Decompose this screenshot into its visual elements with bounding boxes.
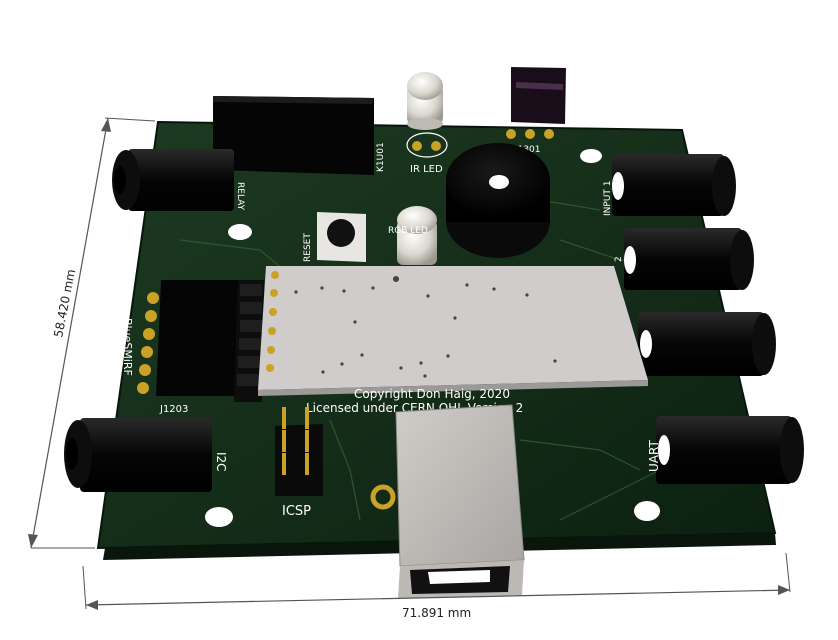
jack-input-2: 2 [614, 228, 754, 290]
mount-hole-br [634, 501, 660, 521]
mount-hole-bl [205, 507, 233, 527]
silk-uart: UART [647, 440, 661, 472]
buzzer [446, 143, 550, 258]
jack-input-1: INPUT 1 [603, 154, 736, 216]
jack-relay: RELAY [112, 149, 245, 211]
silk-j1203: J1203 [159, 404, 188, 415]
silk-reset: RESET [303, 233, 313, 262]
relay-component: K1U01 [213, 96, 386, 175]
dim-height-label: 58.420 mm [51, 268, 78, 339]
silk-input-2: 2 [614, 256, 624, 262]
jack-input-3 [638, 312, 776, 376]
jack-i2c: I2C [64, 418, 228, 492]
dim-width-label: 71.891 mm [402, 606, 471, 620]
silk-ir-led: IR LED [410, 164, 443, 175]
silk-bluesmirf: BlueSMiRF [121, 318, 134, 376]
silk-k1u01: K1U01 [376, 142, 386, 172]
silk-icsp: ICSP [282, 504, 311, 519]
silk-i2c: I2C [214, 452, 228, 472]
pcb-3d-render: K1U01 IR LED U1301 RGB LED RESET [28, 67, 804, 620]
mount-hole-tl [228, 224, 252, 240]
silk-rgb-led: RGB LED [388, 226, 428, 236]
silk-input-1: INPUT 1 [603, 181, 613, 217]
mount-hole-tr [580, 149, 602, 163]
silk-copyright: Copyright Don Haig, 2020 [354, 387, 510, 401]
jack-uart: UART [647, 416, 804, 484]
bluetooth-module [258, 266, 648, 396]
silk-relay: RELAY [235, 182, 245, 211]
